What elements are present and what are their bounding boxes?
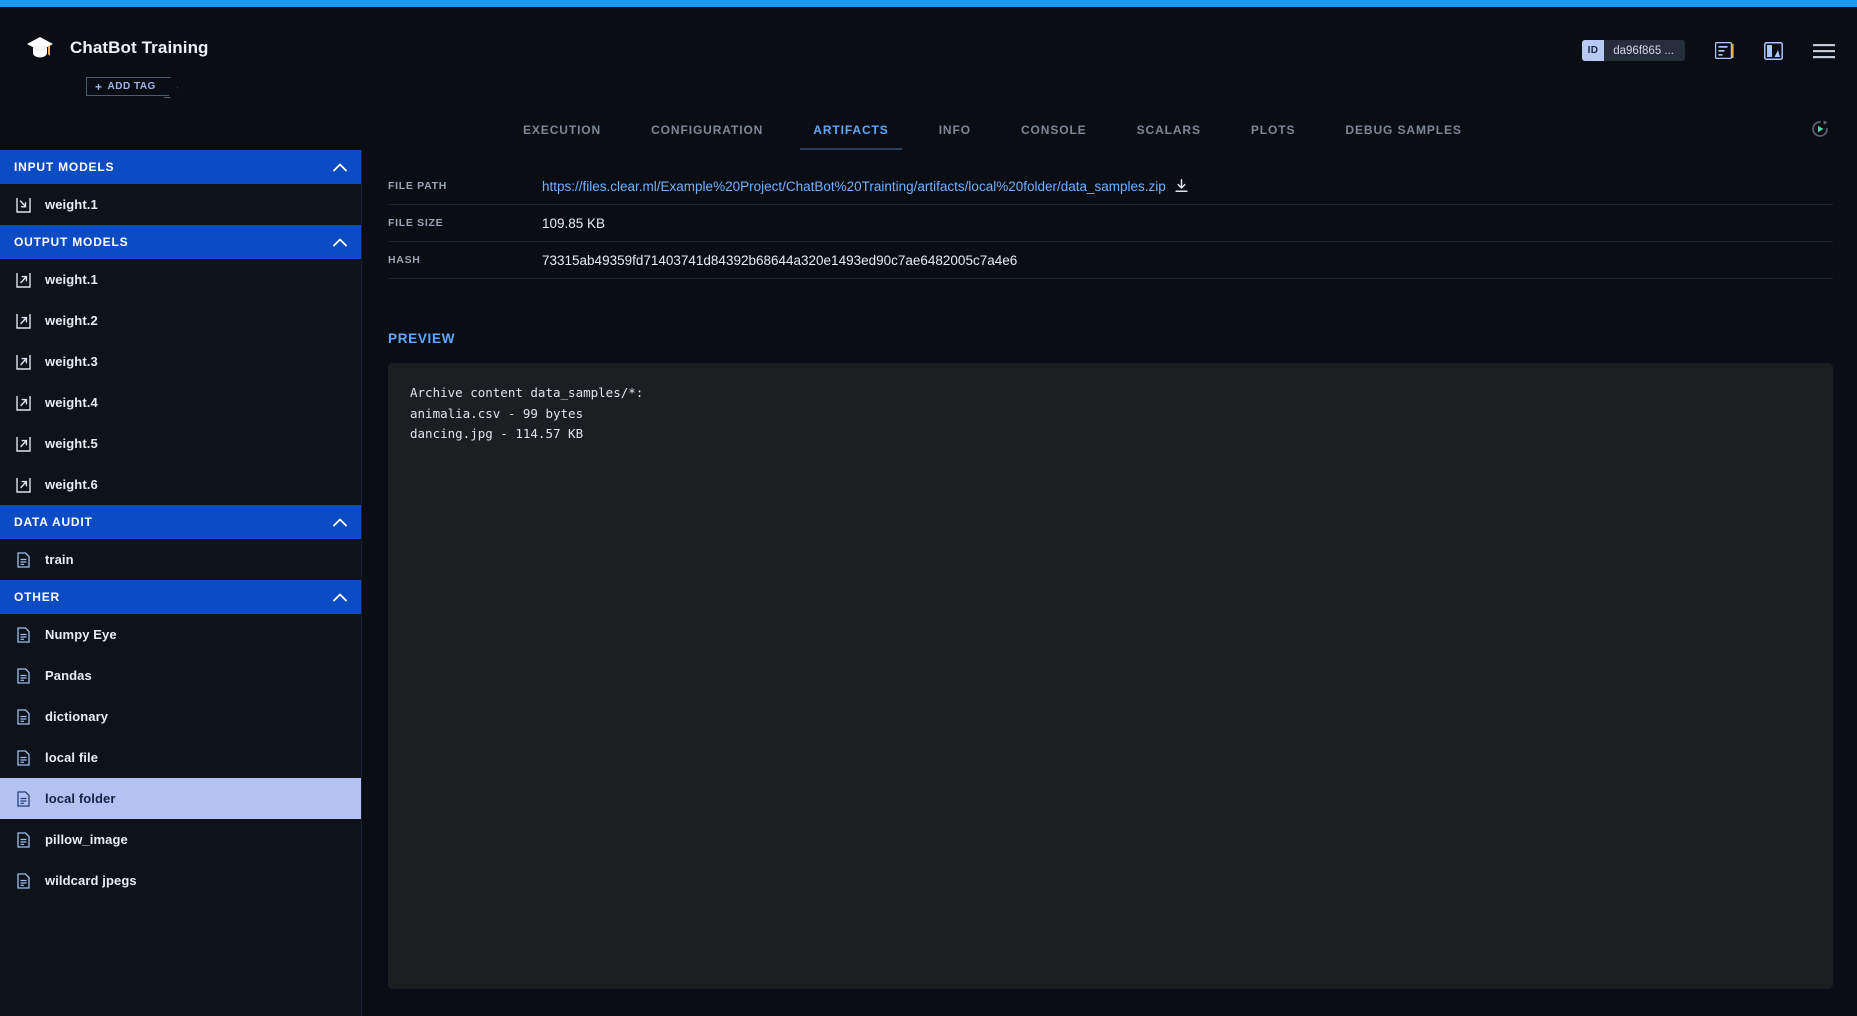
chevron-up-icon (333, 238, 347, 247)
sidebar-item-output-weight-1[interactable]: weight.1 (0, 259, 361, 300)
sidebar-section-data-audit[interactable]: DATA AUDIT (0, 505, 361, 539)
tab-plots[interactable]: PLOTS (1226, 110, 1321, 150)
sidebar-section-input-models[interactable]: INPUT MODELS (0, 150, 361, 184)
sidebar-item-label: weight.1 (45, 272, 98, 287)
sidebar-item-local-folder[interactable]: local folder (0, 778, 361, 819)
hamburger-menu-icon[interactable] (1813, 43, 1835, 59)
file-size-value: 109.85 KB (542, 216, 605, 231)
add-tag-label: ADD TAG (108, 81, 156, 92)
document-icon (16, 627, 31, 643)
artifacts-sidebar: INPUT MODELS weight.1 OUTPUT MODELS (0, 150, 362, 1016)
preview-content: Archive content data_samples/*: animalia… (410, 383, 1811, 445)
sidebar-item-local-file[interactable]: local file (0, 737, 361, 778)
tab-execution[interactable]: EXECUTION (498, 110, 626, 150)
sidebar-item-numpy-eye[interactable]: Numpy Eye (0, 614, 361, 655)
external-link-icon (16, 395, 31, 411)
external-link-icon (16, 313, 31, 329)
chevron-up-icon (333, 593, 347, 602)
tab-debug-samples[interactable]: DEBUG SAMPLES (1320, 110, 1486, 150)
brand: ChatBot Training (26, 35, 209, 61)
sidebar-item-output-weight-5[interactable]: weight.5 (0, 423, 361, 464)
chevron-up-icon (333, 518, 347, 527)
page-header: ChatBot Training + ADD TAG ID da96f865 .… (0, 7, 1857, 110)
header-actions: ID da96f865 ... (1582, 40, 1835, 61)
sidebar-item-output-weight-4[interactable]: weight.4 (0, 382, 361, 423)
sidebar-item-label: local file (45, 750, 98, 765)
preview-panel: Archive content data_samples/*: animalia… (388, 363, 1833, 989)
document-icon (16, 832, 31, 848)
task-id-key: ID (1582, 40, 1605, 61)
hash-value: 73315ab49359fd71403741d84392b68644a320e1… (542, 253, 1017, 268)
external-link-icon (16, 477, 31, 493)
sidebar-item-label: dictionary (45, 709, 108, 724)
auto-refresh-icon[interactable] (1809, 118, 1831, 145)
sidebar-item-label: weight.1 (45, 197, 98, 212)
graduation-cap-icon (26, 35, 54, 61)
chevron-up-icon (333, 163, 347, 172)
sidebar-item-label: wildcard jpegs (45, 873, 137, 888)
split-panel-icon[interactable] (1764, 42, 1783, 60)
section-title: DATA AUDIT (14, 515, 93, 529)
section-title: INPUT MODELS (14, 160, 114, 174)
document-icon (16, 791, 31, 807)
sidebar-item-label: local folder (45, 791, 116, 806)
task-id-value: da96f865 ... (1604, 45, 1685, 57)
tab-scalars[interactable]: SCALARS (1112, 110, 1226, 150)
details-panel-icon[interactable] (1715, 42, 1734, 59)
sidebar-item-wildcard-jpegs[interactable]: wildcard jpegs (0, 860, 361, 901)
sidebar-item-label: Pandas (45, 668, 92, 683)
document-icon (16, 873, 31, 889)
sidebar-item-label: train (45, 552, 74, 567)
sidebar-section-other[interactable]: OTHER (0, 580, 361, 614)
document-icon (16, 668, 31, 684)
sidebar-item-train[interactable]: train (0, 539, 361, 580)
sidebar-item-output-weight-6[interactable]: weight.6 (0, 464, 361, 505)
clearml-task-page: COMPLETED ChatBot Training + ADD TAG ID … (0, 0, 1857, 1016)
tab-info[interactable]: INFO (914, 110, 996, 150)
sidebar-item-input-weight-1[interactable]: weight.1 (0, 184, 361, 225)
sidebar-item-label: weight.3 (45, 354, 98, 369)
sidebar-item-label: weight.5 (45, 436, 98, 451)
file-path-row: FILE PATH https://files.clear.ml/Example… (388, 168, 1833, 205)
file-path-value-wrap: https://files.clear.ml/Example%20Project… (542, 179, 1188, 194)
document-icon (16, 552, 31, 568)
preview-heading: PREVIEW (388, 331, 1857, 346)
external-link-icon (16, 354, 31, 370)
sidebar-item-label: weight.2 (45, 313, 98, 328)
sidebar-item-label: weight.4 (45, 395, 98, 410)
sidebar-item-output-weight-2[interactable]: weight.2 (0, 300, 361, 341)
add-tag-button[interactable]: + ADD TAG (86, 77, 169, 96)
document-icon (16, 750, 31, 766)
external-link-icon (16, 272, 31, 288)
document-icon (16, 709, 31, 725)
artifact-detail-panel: FILE PATH https://files.clear.ml/Example… (362, 150, 1857, 1016)
hash-row: HASH 73315ab49359fd71403741d84392b68644a… (388, 242, 1833, 279)
sidebar-item-label: pillow_image (45, 832, 128, 847)
sidebar-item-dictionary[interactable]: dictionary (0, 696, 361, 737)
tab-console[interactable]: CONSOLE (996, 110, 1112, 150)
tabs: EXECUTION CONFIGURATION ARTIFACTS INFO C… (498, 110, 1487, 150)
import-arrow-icon (16, 197, 31, 213)
sidebar-item-label: Numpy Eye (45, 627, 117, 642)
sidebar-item-pillow-image[interactable]: pillow_image (0, 819, 361, 860)
sidebar-item-output-weight-3[interactable]: weight.3 (0, 341, 361, 382)
file-path-label: FILE PATH (388, 180, 542, 192)
file-size-label: FILE SIZE (388, 217, 542, 229)
sidebar-section-output-models[interactable]: OUTPUT MODELS (0, 225, 361, 259)
tab-artifacts[interactable]: ARTIFACTS (788, 110, 913, 150)
tab-bar: EXECUTION CONFIGURATION ARTIFACTS INFO C… (0, 110, 1857, 150)
download-icon[interactable] (1175, 179, 1188, 193)
section-title: OUTPUT MODELS (14, 235, 128, 249)
section-title: OTHER (14, 590, 60, 604)
page-title: ChatBot Training (70, 38, 209, 58)
tab-configuration[interactable]: CONFIGURATION (626, 110, 788, 150)
sidebar-item-pandas[interactable]: Pandas (0, 655, 361, 696)
file-path-link[interactable]: https://files.clear.ml/Example%20Project… (542, 179, 1166, 194)
hash-label: HASH (388, 254, 542, 266)
task-id-chip[interactable]: ID da96f865 ... (1582, 40, 1685, 61)
plus-icon: + (95, 81, 103, 93)
file-size-row: FILE SIZE 109.85 KB (388, 205, 1833, 242)
external-link-icon (16, 436, 31, 452)
sidebar-item-label: weight.6 (45, 477, 98, 492)
